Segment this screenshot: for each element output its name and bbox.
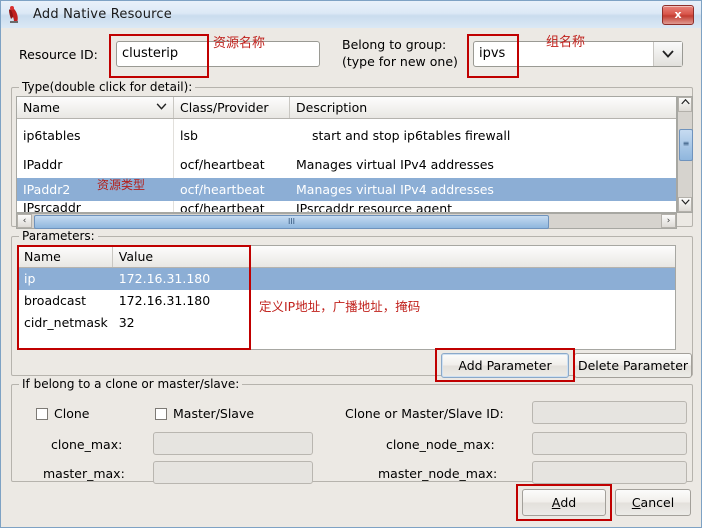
cancel-button[interactable]: Cancel	[615, 489, 691, 516]
scroll-thumb-horizontal[interactable]: III	[34, 215, 549, 229]
table-row[interactable]: ip 172.16.31.180	[18, 268, 675, 290]
clone-or-master-slave-id-label: Clone or Master/Slave ID:	[345, 406, 504, 421]
type-col-name-label: Name	[23, 100, 60, 115]
type-table-header: Name Class/Provider Description	[17, 97, 676, 119]
scroll-right-icon[interactable]: ›	[661, 214, 676, 228]
type-table-hscrollbar[interactable]: ‹ III ›	[16, 213, 677, 229]
type-row-2-class: ocf/heartbeat	[180, 182, 265, 197]
table-row[interactable]: IPaddr ocf/heartbeat Manages virtual IPv…	[17, 152, 676, 178]
param-row-2-name: cidr_netmask	[24, 315, 108, 330]
param-col-name[interactable]: Name	[18, 246, 113, 267]
chevron-down-icon	[156, 102, 167, 113]
clone-node-max-input[interactable]	[532, 432, 687, 455]
master-max-input[interactable]	[153, 461, 313, 484]
belong-to-group-label-line1: Belong to group:	[342, 37, 447, 52]
resource-id-label: Resource ID:	[19, 47, 98, 62]
type-row-3-description: IPsrcaddr resource agent	[296, 201, 453, 213]
type-col-description-label: Description	[296, 100, 368, 115]
annotation-ip-desc: 定义IP地址，广播地址，掩码	[259, 299, 421, 314]
add-button-mnemonic: A	[551, 495, 561, 510]
parameters-table-header: Name Value	[18, 246, 675, 268]
scroll-down-icon[interactable]	[678, 197, 692, 212]
app-icon	[7, 5, 29, 25]
table-row[interactable]: IPsrcaddr ocf/heartbeat IPsrcaddr resour…	[17, 201, 676, 213]
clone-max-label: clone_max:	[51, 437, 123, 452]
type-table-vscrollbar[interactable]: ≡	[677, 96, 693, 213]
type-row-0-name: ip6tables	[17, 119, 174, 152]
type-col-class[interactable]: Class/Provider	[174, 97, 290, 118]
master-node-max-input[interactable]	[532, 461, 687, 484]
type-groupbox-title: Type(double click for detail):	[19, 80, 196, 94]
cancel-button-mnemonic: C	[631, 495, 641, 510]
add-parameter-button[interactable]: Add Parameter	[441, 353, 569, 378]
chevron-down-icon[interactable]	[653, 42, 682, 66]
clone-groupbox-title: If belong to a clone or master/slave:	[19, 377, 243, 391]
add-button-label: dd	[560, 495, 577, 510]
param-row-2-value: 32	[118, 315, 135, 330]
clone-node-max-label: clone_node_max:	[386, 437, 495, 452]
type-row-3-class: ocf/heartbeat	[180, 201, 265, 213]
type-row-1-name: IPaddr	[17, 152, 174, 178]
delete-parameter-button[interactable]: Delete Parameter	[574, 353, 692, 378]
type-row-1-description: Manages virtual IPv4 addresses	[296, 157, 494, 172]
scroll-up-icon[interactable]	[678, 97, 692, 112]
type-col-description[interactable]: Description	[290, 97, 676, 118]
param-col-name-label: Name	[24, 249, 61, 264]
type-row-1-class: ocf/heartbeat	[180, 157, 265, 172]
type-table[interactable]: Name Class/Provider Description ip6table…	[16, 96, 677, 213]
annotation-resource-name: 资源名称	[213, 36, 266, 51]
table-row[interactable]: cidr_netmask 32	[18, 312, 675, 334]
scroll-left-icon[interactable]: ‹	[17, 214, 32, 228]
clone-checkbox[interactable]	[36, 408, 48, 420]
title-bar: Add Native Resource x	[1, 1, 701, 29]
add-button[interactable]: Add	[522, 489, 606, 516]
master-node-max-label: master_node_max:	[378, 466, 498, 481]
master-slave-checkbox[interactable]	[155, 408, 167, 420]
param-row-0-value: 172.16.31.180	[118, 271, 211, 286]
close-icon[interactable]: x	[662, 5, 694, 25]
add-parameter-label: Add Parameter	[458, 358, 552, 373]
annotation-group-name: 组名称	[546, 35, 586, 50]
master-slave-checkbox-label: Master/Slave	[173, 406, 255, 421]
table-row[interactable]: ip6tables lsb start and stop ip6tables f…	[17, 119, 676, 152]
param-col-value[interactable]: Value	[113, 246, 675, 267]
clone-max-input[interactable]	[153, 432, 313, 455]
dialog-window: Add Native Resource x Resource ID: clust…	[0, 0, 702, 528]
delete-parameter-label: Delete Parameter	[577, 358, 689, 373]
top-form-row: Resource ID: clusterip Belong to group: …	[1, 28, 701, 83]
type-row-0-class: lsb	[180, 128, 198, 143]
dialog-content: Resource ID: clusterip Belong to group: …	[1, 28, 701, 527]
type-col-name[interactable]: Name	[17, 97, 174, 118]
param-col-value-label: Value	[118, 249, 154, 264]
cancel-button-label: ancel	[640, 495, 675, 510]
clone-checkbox-label: Clone	[54, 406, 90, 421]
window-title: Add Native Resource	[33, 7, 172, 22]
type-row-2-description: Manages virtual IPv4 addresses	[296, 182, 494, 197]
clone-or-master-slave-id-input[interactable]	[532, 401, 687, 424]
type-row-2-name: IPaddr2	[23, 182, 71, 197]
parameters-groupbox-title: Parameters:	[19, 229, 98, 243]
type-col-class-label: Class/Provider	[180, 100, 269, 115]
type-row-3-name: IPsrcaddr	[17, 201, 174, 212]
type-row-0-description: start and stop ip6tables firewall	[312, 128, 511, 143]
param-row-1-name: broadcast	[24, 293, 86, 308]
master-max-label: master_max:	[43, 466, 125, 481]
annotation-resource-type: 资源类型	[97, 178, 146, 192]
scroll-thumb-vertical[interactable]: ≡	[679, 129, 693, 161]
belong-to-group-label-line2: (type for new one)	[342, 54, 458, 69]
param-row-0-name: ip	[24, 271, 36, 286]
